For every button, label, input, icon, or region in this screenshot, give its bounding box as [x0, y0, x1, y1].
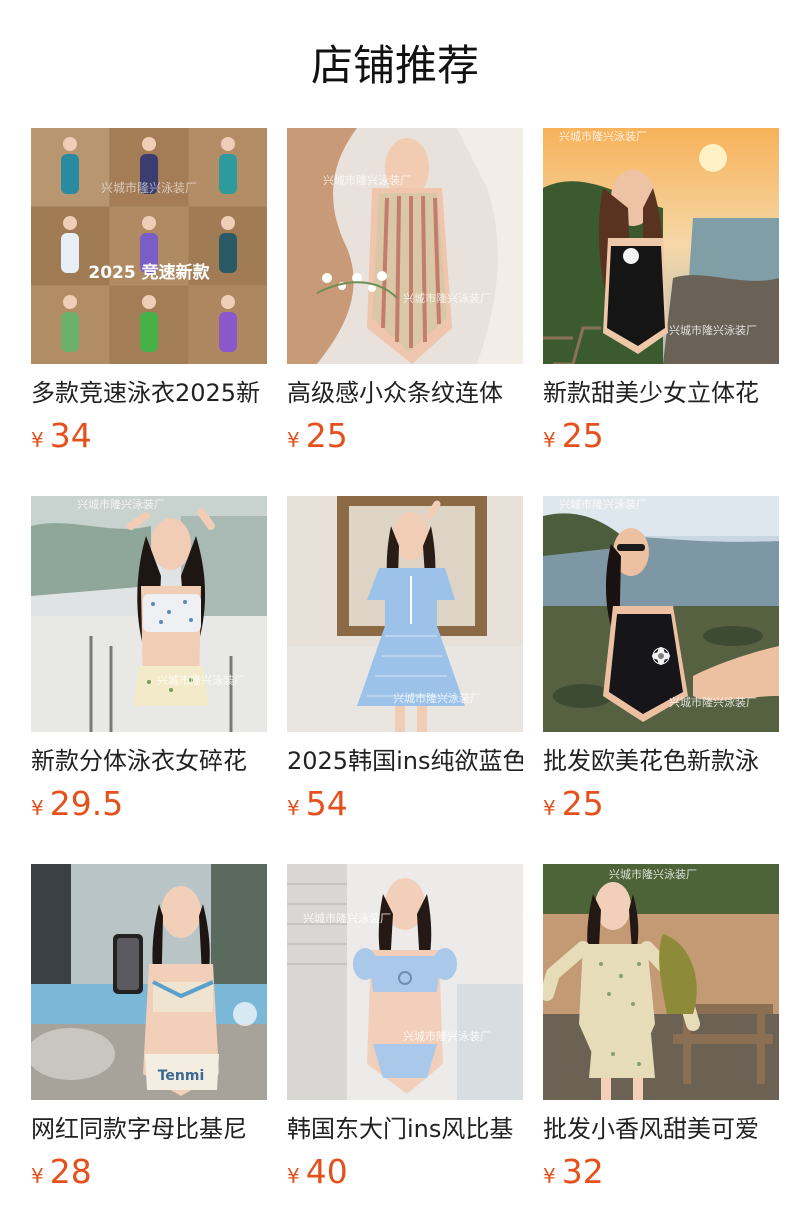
floral-bikini-image: 兴城市隆兴泳装厂 兴城市隆兴泳装厂	[31, 496, 267, 732]
currency-symbol: ¥	[31, 1164, 44, 1188]
currency-symbol: ¥	[543, 796, 556, 820]
watermark-text: 兴城市隆兴泳装厂	[323, 173, 411, 187]
product-price: ¥34	[31, 416, 267, 456]
watermark-text: 兴城市隆兴泳装厂	[403, 291, 491, 305]
product-image[interactable]: 兴城市隆兴泳装厂 兴城市隆兴泳装厂	[287, 128, 523, 364]
watermark-text: 兴城市隆兴泳装厂	[403, 1029, 491, 1043]
price-amount: 25	[305, 416, 348, 455]
watermark-text: 兴城市隆兴泳装厂	[303, 911, 391, 925]
price-amount: 25	[561, 416, 604, 455]
product-price: ¥25	[543, 784, 779, 824]
product-name[interactable]: 高级感小众条纹连体	[287, 376, 523, 410]
product-name[interactable]: 新款分体泳衣女碎花	[31, 744, 267, 778]
product-card[interactable]: Tenmi 网红同款字母比基尼 ¥28	[31, 864, 267, 1196]
sunset-beach-swimsuit-image: 兴城市隆兴泳装厂 兴城市隆兴泳装厂	[543, 128, 779, 364]
letter-bikini-mirror-selfie-image: Tenmi	[31, 864, 267, 1100]
product-card[interactable]: 兴城市隆兴泳装厂 兴城市隆兴泳装厂 新款甜美少女立体花 ¥25	[543, 128, 779, 460]
product-grid: 2025 竞速新款 兴城市隆兴泳装厂 多款竞速泳衣2025新 ¥34 兴城市隆兴…	[31, 128, 779, 1196]
currency-symbol: ¥	[31, 796, 44, 820]
currency-symbol: ¥	[287, 796, 300, 820]
currency-symbol: ¥	[287, 428, 300, 452]
watermark-text: 兴城市隆兴泳装厂	[157, 673, 245, 687]
floral-long-sleeve-swimsuit-image: 兴城市隆兴泳装厂	[543, 864, 779, 1100]
blue-bikini-image: 兴城市隆兴泳装厂 兴城市隆兴泳装厂	[287, 864, 523, 1100]
currency-symbol: ¥	[543, 428, 556, 452]
watermark-text: 兴城市隆兴泳装厂	[77, 497, 165, 511]
product-card[interactable]: 兴城市隆兴泳装厂 批发小香风甜美可爱 ¥32	[543, 864, 779, 1196]
watermark-text: 兴城市隆兴泳装厂	[559, 497, 647, 511]
product-image[interactable]: 2025 竞速新款 兴城市隆兴泳装厂	[31, 128, 267, 364]
swimsuit-collage-image: 2025 竞速新款 兴城市隆兴泳装厂	[31, 128, 267, 364]
price-amount: 40	[305, 1152, 348, 1191]
collage-caption: 2025 竞速新款	[88, 262, 210, 283]
product-card[interactable]: 兴城市隆兴泳装厂 兴城市隆兴泳装厂 新款分体泳衣女碎花 ¥29.5	[31, 496, 267, 828]
currency-symbol: ¥	[31, 428, 44, 452]
product-price: ¥54	[287, 784, 523, 824]
product-card[interactable]: 兴城市隆兴泳装厂 兴城市隆兴泳装厂 批发欧美花色新款泳 ¥25	[543, 496, 779, 828]
watermark-text: 兴城市隆兴泳装厂	[669, 323, 757, 337]
product-price: ¥32	[543, 1152, 779, 1192]
product-price: ¥29.5	[31, 784, 267, 824]
watermark-text: 兴城市隆兴泳装厂	[559, 129, 647, 143]
product-price: ¥25	[287, 416, 523, 456]
product-image[interactable]: 兴城市隆兴泳装厂 兴城市隆兴泳装厂	[543, 128, 779, 364]
product-name[interactable]: 批发小香风甜美可爱	[543, 1112, 779, 1146]
watermark-text: 兴城市隆兴泳装厂	[609, 867, 697, 881]
product-image[interactable]: 兴城市隆兴泳装厂 兴城市隆兴泳装厂	[287, 864, 523, 1100]
currency-symbol: ¥	[543, 1164, 556, 1188]
product-card[interactable]: 兴城市隆兴泳装厂 兴城市隆兴泳装厂 韩国东大门ins风比基 ¥40	[287, 864, 523, 1196]
product-card[interactable]: 兴城市隆兴泳装厂 2025韩国ins纯欲蓝色 ¥54	[287, 496, 523, 828]
watermark-text: 兴城市隆兴泳装厂	[393, 691, 481, 705]
price-amount: 32	[561, 1152, 604, 1191]
section-title: 店铺推荐	[310, 41, 479, 90]
product-card[interactable]: 兴城市隆兴泳装厂 兴城市隆兴泳装厂 高级感小众条纹连体 ¥25	[287, 128, 523, 460]
product-price: ¥28	[31, 1152, 267, 1192]
product-image[interactable]: 兴城市隆兴泳装厂 兴城市隆兴泳装厂	[543, 496, 779, 732]
product-image[interactable]: 兴城市隆兴泳装厂 兴城市隆兴泳装厂	[31, 496, 267, 732]
product-name[interactable]: 批发欧美花色新款泳	[543, 744, 779, 778]
currency-symbol: ¥	[287, 1164, 300, 1188]
price-amount: 34	[49, 416, 92, 455]
price-amount: 54	[305, 784, 348, 823]
blue-dress-swimsuit-image: 兴城市隆兴泳装厂	[287, 496, 523, 732]
product-name[interactable]: 多款竞速泳衣2025新	[31, 376, 267, 410]
product-name[interactable]: 网红同款字母比基尼	[31, 1112, 267, 1146]
product-image[interactable]: Tenmi	[31, 864, 267, 1100]
product-image[interactable]: 兴城市隆兴泳装厂	[543, 864, 779, 1100]
product-price: ¥25	[543, 416, 779, 456]
product-name[interactable]: 韩国东大门ins风比基	[287, 1112, 523, 1146]
watermark-text: 兴城市隆兴泳装厂	[669, 695, 757, 709]
price-amount: 28	[49, 1152, 92, 1191]
seaside-black-swimsuit-image: 兴城市隆兴泳装厂 兴城市隆兴泳装厂	[543, 496, 779, 732]
product-name[interactable]: 2025韩国ins纯欲蓝色	[287, 744, 523, 778]
price-amount: 25	[561, 784, 604, 823]
product-name[interactable]: 新款甜美少女立体花	[543, 376, 779, 410]
product-card[interactable]: 2025 竞速新款 兴城市隆兴泳装厂 多款竞速泳衣2025新 ¥34	[31, 128, 267, 460]
watermark-text: 兴城市隆兴泳装厂	[101, 180, 197, 195]
product-price: ¥40	[287, 1152, 523, 1192]
svg-text:Tenmi: Tenmi	[158, 1068, 205, 1084]
striped-swimsuit-image: 兴城市隆兴泳装厂 兴城市隆兴泳装厂	[287, 128, 523, 364]
price-amount: 29.5	[49, 784, 124, 823]
product-image[interactable]: 兴城市隆兴泳装厂	[287, 496, 523, 732]
